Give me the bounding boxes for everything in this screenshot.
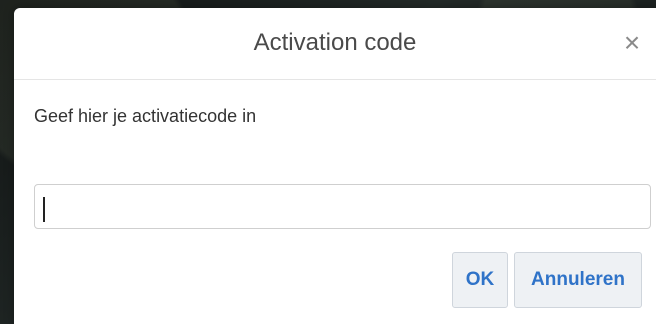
dialog-header: Activation code × xyxy=(14,8,656,80)
close-icon: × xyxy=(623,27,641,58)
ok-button[interactable]: OK xyxy=(452,252,508,308)
activation-code-dialog: Activation code × Geef hier je activatie… xyxy=(14,8,656,324)
dialog-body: Geef hier je activatiecode in xyxy=(34,102,651,229)
dialog-title: Activation code xyxy=(253,29,417,56)
activation-prompt: Geef hier je activatiecode in xyxy=(34,106,257,126)
cancel-button[interactable]: Annuleren xyxy=(514,252,642,308)
dialog-footer: OK Annuleren xyxy=(14,252,656,312)
close-button[interactable]: × xyxy=(618,26,646,60)
activation-code-input[interactable] xyxy=(34,184,651,229)
